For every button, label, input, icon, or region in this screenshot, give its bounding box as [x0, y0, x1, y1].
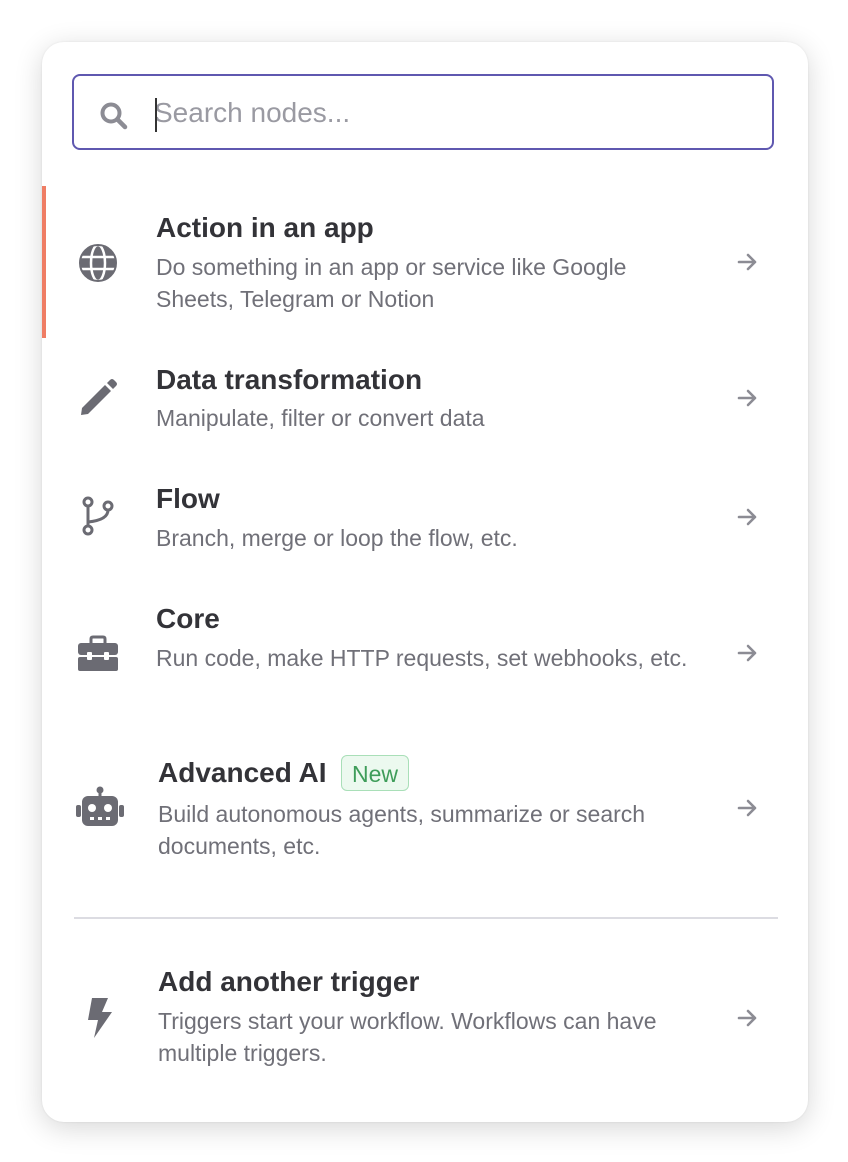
- arrow-right-icon: [737, 508, 757, 526]
- toolbox-icon: [78, 635, 118, 671]
- arrow-right-icon: [737, 253, 757, 271]
- search-icon: [100, 102, 128, 130]
- globe-icon: [79, 243, 117, 283]
- arrow-right-icon: [737, 1009, 757, 1027]
- item-title: Flow: [156, 483, 220, 514]
- item-title: Add another trigger: [158, 966, 420, 997]
- menu-item-core[interactable]: Core Run code, make HTTP requests, set w…: [42, 588, 808, 738]
- arrow-right-icon: [737, 799, 757, 817]
- menu-item-data-transformation[interactable]: Data transformation Manipulate, filter o…: [42, 348, 808, 458]
- arrow-right-icon: [737, 389, 757, 407]
- item-title: Core: [156, 603, 220, 634]
- item-description: Run code, make HTTP requests, set webhoo…: [156, 645, 688, 671]
- search-input[interactable]: [154, 90, 754, 136]
- menu-item-advanced-ai[interactable]: Advanced AI New Build autonomous agents,…: [42, 746, 808, 906]
- item-title: Data transformation: [156, 364, 423, 395]
- new-badge: New: [341, 755, 410, 791]
- search-box[interactable]: [72, 74, 774, 150]
- branch-icon: [82, 496, 114, 536]
- section-divider: [74, 917, 778, 919]
- pencil-icon: [81, 379, 117, 415]
- text-caret: [155, 98, 157, 132]
- item-description: Branch, merge or loop the flow, etc.: [156, 525, 518, 551]
- item-title: Action in an app: [156, 212, 374, 243]
- item-description: Do something in an app or service like G…: [156, 254, 627, 312]
- bolt-icon: [88, 998, 112, 1038]
- item-description: Triggers start your workflow. Workflows …: [158, 1008, 657, 1066]
- item-title: Advanced AI: [158, 757, 327, 788]
- robot-icon: [76, 786, 124, 826]
- menu-item-add-trigger[interactable]: Add another trigger Triggers start your …: [42, 948, 808, 1098]
- item-description: Manipulate, filter or convert data: [156, 405, 485, 431]
- item-description: Build autonomous agents, summarize or se…: [158, 801, 646, 859]
- menu-item-action-in-app[interactable]: Action in an app Do something in an app …: [42, 186, 808, 338]
- node-creator-panel: Action in an app Do something in an app …: [42, 42, 808, 1122]
- menu-item-flow[interactable]: Flow Branch, merge or loop the flow, etc…: [42, 468, 808, 578]
- arrow-right-icon: [737, 644, 757, 662]
